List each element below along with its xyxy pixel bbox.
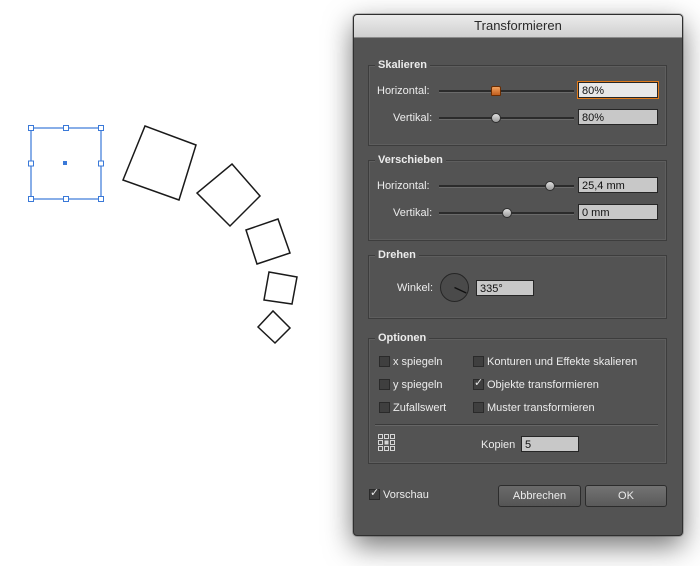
flip-y-label[interactable]: y spiegeln: [393, 378, 443, 392]
move-vertical-slider[interactable]: [439, 208, 574, 218]
copies-label: Kopien: [481, 439, 516, 451]
selection-center-point: [63, 161, 67, 165]
selection-handle[interactable]: [98, 160, 104, 167]
selection-handle[interactable]: [63, 196, 69, 202]
square-copy-2[interactable]: [195, 162, 262, 228]
selected-square[interactable]: [28, 125, 104, 202]
flip-x-checkbox[interactable]: [379, 356, 390, 367]
transform-patterns-checkbox[interactable]: [473, 402, 484, 413]
scale-horizontal-label: Horizontal:: [377, 85, 430, 97]
preview-label[interactable]: Vorschau: [383, 488, 429, 502]
ok-button[interactable]: OK: [585, 485, 667, 507]
checkmark-icon: ✓: [370, 487, 380, 499]
reference-point-grid-icon[interactable]: [378, 434, 396, 452]
flip-x-label[interactable]: x spiegeln: [393, 355, 443, 369]
square-copy-4[interactable]: [263, 271, 298, 305]
transform-patterns-label[interactable]: Muster transformieren: [487, 401, 595, 415]
move-vertical-field[interactable]: 0 mm: [578, 204, 658, 220]
transform-objects-label[interactable]: Objekte transformieren: [487, 378, 599, 392]
selection-handle[interactable]: [28, 196, 34, 202]
rotate-angle-label: Winkel:: [397, 282, 434, 294]
move-horizontal-slider-thumb[interactable]: [544, 181, 555, 191]
cancel-button[interactable]: Abbrechen: [498, 485, 581, 507]
square-copy-1[interactable]: [122, 125, 197, 201]
move-vertical-slider-thumb[interactable]: [501, 208, 512, 218]
transform-objects-checkbox[interactable]: ✓: [473, 377, 484, 390]
checkmark-icon: ✓: [474, 377, 484, 389]
square-copy-5[interactable]: [256, 309, 292, 345]
selection-handle[interactable]: [28, 160, 34, 167]
move-group: Verschieben Horizontal: 25,4 mm Vertikal…: [368, 152, 667, 241]
square-copy-3[interactable]: [245, 218, 291, 265]
angle-dial-icon[interactable]: [439, 272, 470, 303]
selection-handle[interactable]: [98, 125, 104, 131]
move-group-title: Verschieben: [375, 152, 446, 168]
scale-vertical-slider[interactable]: [439, 113, 574, 123]
move-horizontal-slider[interactable]: [439, 181, 574, 191]
move-horizontal-field[interactable]: 25,4 mm: [578, 177, 658, 193]
selection-handle[interactable]: [98, 196, 104, 202]
random-label[interactable]: Zufallswert: [393, 401, 446, 415]
scale-vertical-slider-thumb[interactable]: [490, 113, 501, 123]
dialog-title: Transformieren: [354, 15, 682, 38]
options-group-title: Optionen: [375, 330, 430, 346]
selection-handle[interactable]: [28, 125, 34, 131]
scale-horizontal-slider[interactable]: [439, 86, 574, 96]
rotate-angle-field[interactable]: 335°: [476, 280, 534, 296]
random-checkbox[interactable]: [379, 402, 390, 413]
scale-vertical-label: Vertikal:: [393, 112, 433, 124]
scale-strokes-label[interactable]: Konturen und Effekte skalieren: [487, 355, 637, 369]
selection-handle[interactable]: [63, 125, 69, 131]
copies-field[interactable]: 5: [521, 436, 579, 452]
scale-vertical-field[interactable]: 80%: [578, 109, 658, 125]
scale-horizontal-slider-thumb[interactable]: [490, 86, 501, 96]
move-vertical-label: Vertikal:: [393, 207, 433, 219]
scale-group-title: Skalieren: [375, 57, 430, 73]
scale-horizontal-field[interactable]: 80%: [577, 81, 659, 99]
scale-strokes-checkbox[interactable]: [473, 356, 484, 367]
options-divider: [375, 424, 658, 426]
transform-dialog: Transformieren Skalieren Horizontal: 80%…: [353, 14, 683, 536]
rotate-group: Drehen Winkel: 335°: [368, 247, 667, 319]
rotate-group-title: Drehen: [375, 247, 419, 263]
flip-y-checkbox[interactable]: [379, 379, 390, 390]
move-horizontal-label: Horizontal:: [377, 180, 430, 192]
preview-checkbox[interactable]: ✓: [369, 487, 380, 500]
options-group: Optionen x spiegeln y spiegeln Zufallswe…: [368, 330, 667, 464]
scale-group: Skalieren Horizontal: 80% Vertikal: 80%: [368, 57, 667, 146]
